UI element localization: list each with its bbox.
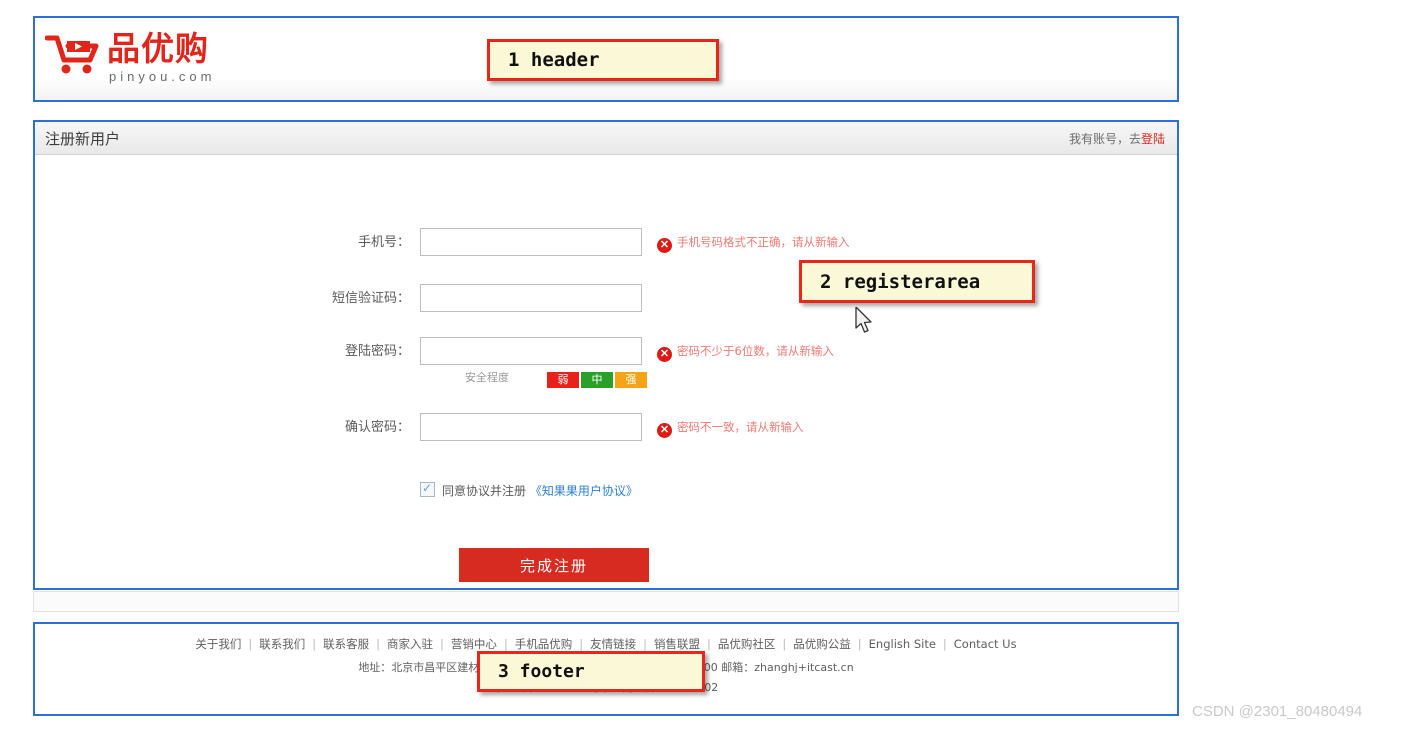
error-x-icon: ✕ [657, 347, 672, 362]
strength-mid: 中 [581, 372, 613, 388]
footer-separator: | [942, 637, 947, 651]
agreement-checkbox[interactable] [420, 480, 435, 497]
callout-header: 1 header [487, 39, 719, 81]
footer-link-service[interactable]: 联系客服 [323, 637, 369, 651]
error-x-icon: ✕ [657, 423, 672, 438]
form-row-submit: 完成注册 [35, 548, 1177, 584]
footer-link-marketing[interactable]: 营销中心 [451, 637, 497, 651]
agreement-text: 同意协议并注册 [442, 484, 527, 498]
logo-subtitle: pinyou.com [109, 69, 216, 84]
footer-link-charity[interactable]: 品优购公益 [793, 637, 851, 651]
password-input[interactable] [420, 337, 642, 365]
phone-error-text: 手机号码格式不正确，请从新输入 [677, 235, 850, 249]
have-account-prefix: 我有账号，去 [1068, 132, 1141, 146]
footer-link-about[interactable]: 关于我们 [195, 637, 241, 651]
confirm-error-text: 密码不一致，请从新输入 [677, 420, 804, 434]
footer-separator: | [707, 637, 711, 651]
footer-link-friendlinks[interactable]: 友情链接 [590, 637, 636, 651]
footer-link-english-site[interactable]: English Site [869, 637, 936, 651]
page-title: 注册新用户 [45, 130, 121, 148]
form-row-password: 登陆密码： ✕ 密码不少于6位数，请从新输入 [35, 337, 1177, 371]
register-region: 注册新用户 我有账号，去登陆 手机号： ✕ 手机号码格式不正确，请从新输入 短信验… [33, 120, 1179, 590]
confirm-input[interactable] [420, 413, 642, 441]
sms-input[interactable] [420, 284, 642, 312]
callout-register: 2 registerarea [799, 260, 1035, 303]
password-strength-meter: 安全程度 弱中强 [35, 370, 1177, 388]
strength-label: 安全程度 [465, 371, 509, 384]
form-row-confirm: 确认密码： ✕ 密码不一致，请从新输入 [35, 413, 1177, 447]
footer-separator: | [782, 637, 787, 651]
register-titlebar: 注册新用户 我有账号，去登陆 [35, 122, 1177, 155]
content-bottom-strip [33, 591, 1179, 612]
confirm-error: ✕ 密码不一致，请从新输入 [657, 416, 804, 438]
footer-separator: | [579, 637, 584, 651]
login-link[interactable]: 登陆 [1141, 132, 1165, 146]
phone-error: ✕ 手机号码格式不正确，请从新输入 [657, 231, 850, 253]
phone-input[interactable] [420, 228, 642, 256]
footer-separator: | [248, 637, 253, 651]
strength-strong: 强 [615, 372, 647, 388]
footer-link-community[interactable]: 品优购社区 [718, 637, 776, 651]
footer-separator: | [503, 637, 508, 651]
password-label: 登陆密码： [344, 344, 410, 359]
footer-link-merchant[interactable]: 商家入驻 [387, 637, 433, 651]
have-account-text: 我有账号，去登陆 [1069, 130, 1165, 147]
footer-separator: | [440, 637, 444, 651]
footer-separator: | [643, 637, 648, 651]
footer-link-alliance[interactable]: 销售联盟 [654, 637, 700, 651]
footer-link-mobile[interactable]: 手机品优购 [515, 637, 573, 651]
strength-blocks: 弱中强 [547, 370, 649, 388]
logo-text: 品优购 [107, 29, 209, 68]
strength-weak: 弱 [547, 372, 579, 388]
mouse-cursor-icon [855, 307, 872, 333]
watermark: CSDN @2301_80480494 [1192, 703, 1363, 720]
register-form: 手机号： ✕ 手机号码格式不正确，请从新输入 短信验证码： 登陆密码： ✕ 密码不少… [35, 155, 1177, 588]
footer-link-contact-us[interactable]: 联系我们 [259, 637, 305, 651]
site-logo[interactable]: 品优购 pinyou.com [45, 29, 255, 91]
form-row-phone: 手机号： ✕ 手机号码格式不正确，请从新输入 [35, 228, 1177, 262]
agreement-link[interactable]: 《知果果用户协议》 [530, 484, 638, 498]
footer-separator: | [376, 637, 381, 651]
footer-links: 关于我们 | 联系我们 | 联系客服 | 商家入驻 | 营销中心 | 手机品优购 | 友情链接 | 销售联盟… [35, 636, 1177, 652]
sms-label: 短信验证码： [331, 291, 410, 306]
footer-link-contact[interactable]: Contact Us [954, 637, 1017, 651]
confirm-label: 确认密码： [344, 420, 410, 435]
form-row-agreement: 同意协议并注册 《知果果用户协议》 [35, 480, 1177, 500]
agreement-row[interactable]: 同意协议并注册 《知果果用户协议》 [420, 480, 638, 499]
callout-footer: 3 footer [477, 651, 705, 692]
footer-separator: | [857, 637, 862, 651]
password-error: ✕ 密码不少于6位数，请从新输入 [657, 340, 834, 362]
password-error-text: 密码不少于6位数，请从新输入 [677, 344, 834, 358]
shopping-cart-icon [45, 35, 99, 74]
footer-separator: | [312, 637, 317, 651]
submit-register-button[interactable]: 完成注册 [459, 548, 649, 582]
phone-label: 手机号： [357, 235, 410, 250]
page-root: 品优购 pinyou.com 注册新用户 我有账号，去登陆 手机号： ✕ 手机号码… [0, 0, 1417, 736]
error-x-icon: ✕ [657, 238, 672, 253]
